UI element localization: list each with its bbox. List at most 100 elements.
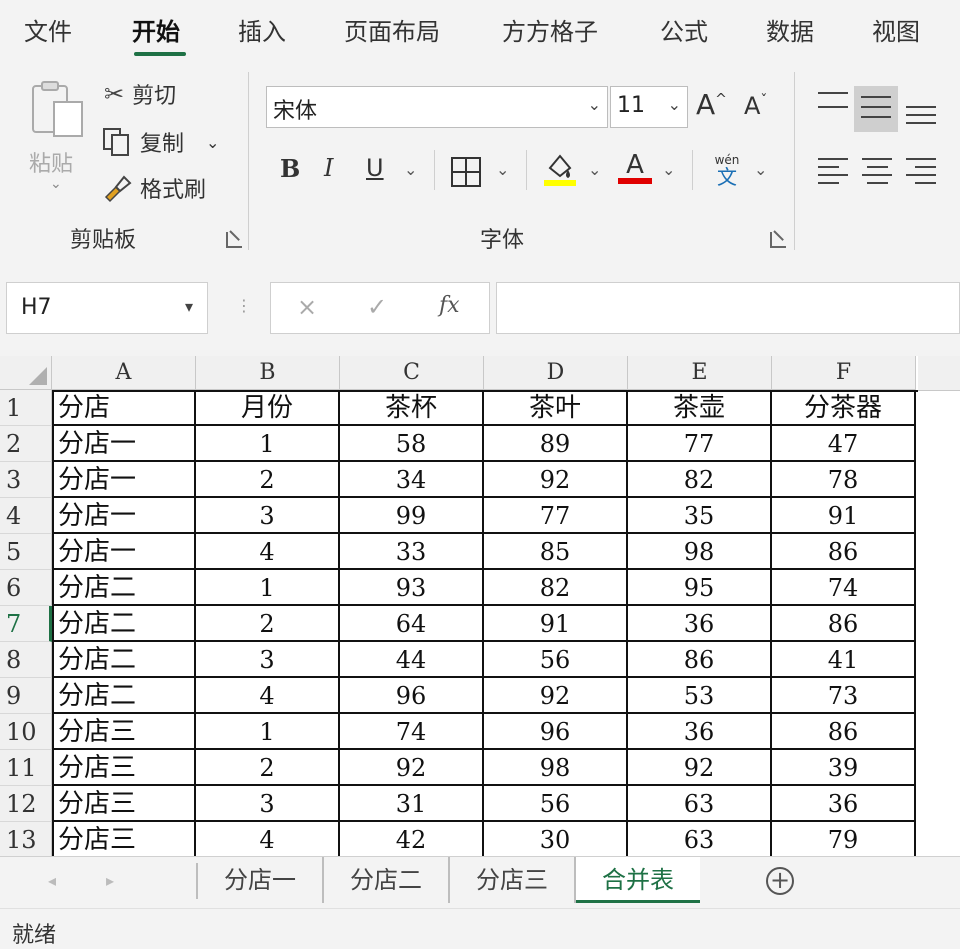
cell-d7[interactable]: 91: [484, 606, 628, 642]
align-bottom-icon[interactable]: [906, 106, 936, 124]
cell-b4[interactable]: 3: [196, 498, 340, 534]
cell-b3[interactable]: 2: [196, 462, 340, 498]
font-launcher-icon[interactable]: [770, 232, 786, 248]
cell-c11[interactable]: 92: [340, 750, 484, 786]
clipboard-launcher-icon[interactable]: [226, 232, 242, 248]
cell-c13[interactable]: 42: [340, 822, 484, 856]
cell-d8[interactable]: 56: [484, 642, 628, 678]
cell-a11[interactable]: 分店三: [52, 750, 196, 786]
chevron-down-icon[interactable]: ⌄: [662, 160, 675, 179]
copy-button[interactable]: 复制 ⌄: [102, 126, 219, 158]
cell-e11[interactable]: 92: [628, 750, 772, 786]
cell-e10[interactable]: 36: [628, 714, 772, 750]
row-header-8[interactable]: 8: [0, 642, 52, 678]
cut-button[interactable]: ✂ 剪切: [104, 78, 176, 110]
cell-e2[interactable]: 77: [628, 426, 772, 462]
row-header-13[interactable]: 13: [0, 822, 52, 856]
align-center-icon[interactable]: [862, 158, 892, 184]
font-color-button[interactable]: A: [618, 150, 652, 184]
cell-a13[interactable]: 分店三: [52, 822, 196, 856]
tab-view[interactable]: 视图: [872, 12, 920, 47]
format-painter-button[interactable]: 格式刷: [102, 172, 206, 204]
cell-f6[interactable]: 74: [772, 570, 916, 606]
add-sheet-icon[interactable]: +: [766, 867, 794, 895]
resize-handle-icon[interactable]: ⋮: [236, 296, 252, 315]
cell-c6[interactable]: 93: [340, 570, 484, 606]
chevron-down-icon[interactable]: ⌄: [206, 133, 219, 152]
row-header-9[interactable]: 9: [0, 678, 52, 714]
column-header-a[interactable]: A: [52, 356, 196, 390]
increase-font-size-button[interactable]: A^: [696, 88, 727, 121]
phonetic-guide-button[interactable]: wén 文: [710, 154, 744, 188]
cell-e9[interactable]: 53: [628, 678, 772, 714]
cell-d6[interactable]: 82: [484, 570, 628, 606]
tab-insert[interactable]: 插入: [238, 12, 286, 47]
row-header-1[interactable]: 1: [0, 390, 52, 426]
row-header-5[interactable]: 5: [0, 534, 52, 570]
cell-d11[interactable]: 98: [484, 750, 628, 786]
row-header-4[interactable]: 4: [0, 498, 52, 534]
borders-icon[interactable]: [450, 156, 482, 188]
cell-a4[interactable]: 分店一: [52, 498, 196, 534]
enter-icon[interactable]: ✓: [367, 293, 387, 321]
cell-b8[interactable]: 3: [196, 642, 340, 678]
cell-f9[interactable]: 73: [772, 678, 916, 714]
insert-function-icon[interactable]: fx: [439, 293, 460, 318]
sheet-tab-merged[interactable]: 合并表: [576, 857, 700, 903]
cell-b1[interactable]: 月份: [196, 390, 340, 426]
cell-f8[interactable]: 41: [772, 642, 916, 678]
chevron-down-icon[interactable]: ⌄: [404, 160, 417, 179]
cell-f2[interactable]: 47: [772, 426, 916, 462]
chevron-down-icon[interactable]: ▾: [185, 297, 193, 316]
sheet-tab-branch-1[interactable]: 分店一: [198, 857, 324, 903]
cancel-icon[interactable]: ×: [297, 293, 317, 321]
row-header-10[interactable]: 10: [0, 714, 52, 750]
cell-a10[interactable]: 分店三: [52, 714, 196, 750]
align-right-icon[interactable]: [906, 158, 936, 184]
cell-a8[interactable]: 分店二: [52, 642, 196, 678]
row-header-6[interactable]: 6: [0, 570, 52, 606]
cell-f1[interactable]: 分茶器: [772, 390, 916, 426]
cell-a6[interactable]: 分店二: [52, 570, 196, 606]
cell-e5[interactable]: 98: [628, 534, 772, 570]
column-header-g[interactable]: [918, 356, 960, 391]
name-box[interactable]: H7 ▾: [6, 282, 208, 334]
bold-button[interactable]: B: [280, 154, 300, 183]
cell-f5[interactable]: 86: [772, 534, 916, 570]
underline-button[interactable]: U: [366, 154, 384, 182]
tab-fangfanggezi[interactable]: 方方格子: [502, 12, 598, 47]
select-all-corner[interactable]: [0, 356, 52, 390]
align-middle-icon[interactable]: [861, 96, 891, 118]
column-header-b[interactable]: B: [196, 356, 340, 390]
row-header-2[interactable]: 2: [0, 426, 52, 462]
align-top-icon[interactable]: [818, 92, 848, 108]
sheet-tab-branch-2[interactable]: 分店二: [324, 857, 450, 903]
cell-e4[interactable]: 35: [628, 498, 772, 534]
tab-page-layout[interactable]: 页面布局: [344, 12, 440, 47]
chevron-down-icon[interactable]: ⌄: [588, 160, 601, 179]
column-header-e[interactable]: E: [628, 356, 772, 390]
font-size-select[interactable]: 11 ⌄: [610, 86, 688, 128]
cell-d1[interactable]: 茶叶: [484, 390, 628, 426]
cell-d3[interactable]: 92: [484, 462, 628, 498]
cell-b2[interactable]: 1: [196, 426, 340, 462]
paste-button[interactable]: 粘贴: [29, 146, 73, 178]
column-header-d[interactable]: D: [484, 356, 628, 390]
cell-c2[interactable]: 58: [340, 426, 484, 462]
cell-c4[interactable]: 99: [340, 498, 484, 534]
cell-d2[interactable]: 89: [484, 426, 628, 462]
chevron-down-icon[interactable]: ⌄: [754, 160, 767, 179]
column-header-f[interactable]: F: [772, 356, 916, 390]
cell-c3[interactable]: 34: [340, 462, 484, 498]
cell-f11[interactable]: 39: [772, 750, 916, 786]
row-header-3[interactable]: 3: [0, 462, 52, 498]
scroll-left-icon[interactable]: ◂: [48, 871, 56, 890]
cell-b13[interactable]: 4: [196, 822, 340, 856]
formula-input[interactable]: [496, 282, 960, 334]
paste-icon[interactable]: [30, 80, 86, 140]
decrease-font-size-button[interactable]: Aˇ: [744, 92, 767, 120]
cell-c9[interactable]: 96: [340, 678, 484, 714]
cell-c8[interactable]: 44: [340, 642, 484, 678]
cell-e7[interactable]: 36: [628, 606, 772, 642]
chevron-down-icon[interactable]: ⌄: [496, 160, 509, 179]
